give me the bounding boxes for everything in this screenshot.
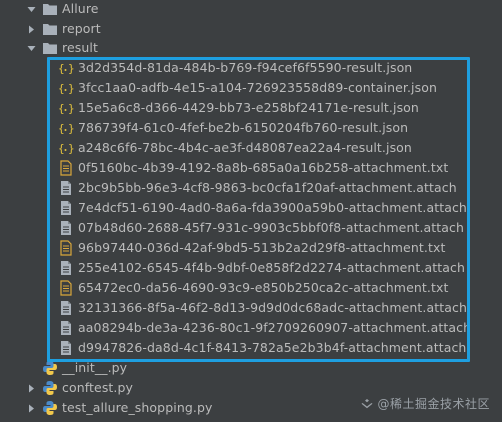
tree-row-init-py[interactable]: __init__.py — [0, 358, 502, 378]
tree-item-label: 3d2d354d-81da-484b-b769-f94cef6f5590-res… — [78, 60, 413, 75]
json-file-icon: {} — [58, 120, 74, 136]
svg-text:}: } — [68, 142, 74, 155]
text-file-icon — [58, 280, 74, 296]
chevron-right-icon[interactable] — [26, 383, 36, 393]
tree-item-label: 0f5160bc-4b39-4192-8a8b-685a0a16b258-att… — [78, 160, 449, 175]
watermark-text: @稀土掘金技术社区 — [377, 397, 490, 411]
tree-item-label: 2bc9b5bb-96e3-4cf8-9863-bc0cfa1f20af-att… — [78, 180, 457, 195]
svg-text:{: { — [58, 122, 65, 135]
tree-row-result-file[interactable]: 2bc9b5bb-96e3-4cf8-9863-bc0cfa1f20af-att… — [0, 178, 502, 198]
attachment-file-icon — [58, 320, 74, 336]
tree-row-result-file[interactable]: 255e4102-6545-4f4b-9dbf-0e858f2d2274-att… — [0, 258, 502, 278]
tree-row-result-file[interactable]: d9947826-da8d-4c1f-8413-782a5e2b3b4f-att… — [0, 338, 502, 358]
chevron-down-icon[interactable] — [26, 43, 36, 53]
svg-text:{: { — [58, 102, 65, 115]
attachment-file-icon — [58, 300, 74, 316]
tree-item-label: d9947826-da8d-4c1f-8413-782a5e2b3b4f-att… — [78, 340, 467, 355]
tree-row-result-file[interactable]: 32131366-8f5a-46f2-8d13-9d9d0dc68adc-att… — [0, 298, 502, 318]
folder-icon — [42, 21, 58, 37]
tree-row-result-file[interactable]: {} 3d2d354d-81da-484b-b769-f94cef6f5590-r… — [0, 58, 502, 78]
folder-icon — [42, 40, 58, 56]
tree-item-label: a248c6f6-78bc-4b4c-ae3f-d48087ea22a4-res… — [78, 140, 412, 155]
json-file-icon: {} — [58, 60, 74, 76]
tree-row-result-file[interactable]: aa08294b-de3a-4236-80c1-9f2709260907-att… — [0, 318, 502, 338]
attachment-file-icon — [58, 260, 74, 276]
json-file-icon: {} — [58, 80, 74, 96]
python-file-icon — [42, 360, 58, 376]
tree-row-result-file[interactable]: 07b48d60-2688-45f7-931c-9903c5bbf0f8-att… — [0, 218, 502, 238]
python-file-icon — [42, 400, 58, 416]
svg-text:}: } — [68, 82, 74, 95]
tree-item-label: 15e5a6c8-d366-4429-bb73-e258bf24171e-res… — [78, 100, 419, 115]
attachment-file-icon — [58, 200, 74, 216]
tree-item-label: 96b97440-036d-42af-9bd5-513b2a2d29f8-att… — [78, 240, 446, 255]
tree-item-label: 255e4102-6545-4f4b-9dbf-0e858f2d2274-att… — [78, 260, 466, 275]
tree-row-result-file[interactable]: {} a248c6f6-78bc-4b4c-ae3f-d48087ea22a4-r… — [0, 138, 502, 158]
tree-row-result-file[interactable]: {} 786739f4-61c0-4fef-be2b-6150204fb760-r… — [0, 118, 502, 138]
tree-item-label: conftest.py — [62, 380, 134, 395]
tree-row-result-file[interactable]: 65472ec0-da56-4690-93c9-e850b250ca2c-att… — [0, 278, 502, 298]
tree-row-result-file[interactable]: {} 3fcc1aa0-adfb-4e15-a104-726923558d89-c… — [0, 78, 502, 98]
svg-text:}: } — [68, 62, 74, 75]
tree-row-result-file[interactable]: 96b97440-036d-42af-9bd5-513b2a2d29f8-att… — [0, 238, 502, 258]
tree-item-label: 786739f4-61c0-4fef-be2b-6150204fb760-res… — [78, 120, 409, 135]
svg-text:}: } — [68, 122, 74, 135]
json-file-icon: {} — [58, 140, 74, 156]
tree-item-label: report — [62, 21, 101, 36]
svg-text:{: { — [58, 142, 65, 155]
tree-item-label: Allure — [62, 1, 99, 16]
chevron-right-icon[interactable] — [26, 403, 36, 413]
json-file-icon: {} — [58, 100, 74, 116]
text-file-icon — [58, 160, 74, 176]
folder-icon — [42, 1, 58, 17]
svg-text:{: { — [58, 62, 65, 75]
tree-item-label: 07b48d60-2688-45f7-931c-9903c5bbf0f8-att… — [78, 220, 465, 235]
python-file-icon — [42, 380, 58, 396]
attachment-file-icon — [58, 180, 74, 196]
tree-row-result-file[interactable]: 0f5160bc-4b39-4192-8a8b-685a0a16b258-att… — [0, 158, 502, 178]
text-file-icon — [58, 240, 74, 256]
svg-text:{: { — [58, 82, 65, 95]
tree-item-label: 3fcc1aa0-adfb-4e15-a104-726923558d89-con… — [78, 80, 437, 95]
tree-item-label: test_allure_shopping.py — [62, 400, 213, 415]
tree-row-result[interactable]: result — [0, 38, 502, 58]
tree-item-label: 65472ec0-da56-4690-93c9-e850b250ca2c-att… — [78, 280, 449, 295]
project-tree: Allure report result {} 3d2d354d-81da-484… — [0, 0, 502, 422]
chevron-down-icon[interactable] — [26, 4, 36, 14]
tree-row-result-file[interactable]: 7e4dcf51-6190-4ad0-8a6a-fda3900a59b0-att… — [0, 198, 502, 218]
tree-item-label: __init__.py — [62, 360, 128, 375]
watermark: @稀土掘金技术社区 — [361, 395, 490, 412]
tree-item-label: aa08294b-de3a-4236-80c1-9f2709260907-att… — [78, 320, 472, 335]
attachment-file-icon — [58, 340, 74, 356]
tree-item-label: result — [62, 40, 98, 55]
tree-item-label: 32131366-8f5a-46f2-8d13-9d9d0dc68adc-att… — [78, 300, 467, 315]
svg-text:}: } — [68, 102, 74, 115]
chevron-right-icon[interactable] — [26, 24, 36, 34]
juejin-logo-icon — [361, 398, 373, 410]
tree-item-label: 7e4dcf51-6190-4ad0-8a6a-fda3900a59b0-att… — [78, 200, 467, 215]
tree-row-report[interactable]: report — [0, 19, 502, 39]
tree-row-result-file[interactable]: {} 15e5a6c8-d366-4429-bb73-e258bf24171e-r… — [0, 98, 502, 118]
tree-row-allure[interactable]: Allure — [0, 0, 502, 19]
attachment-file-icon — [58, 220, 74, 236]
